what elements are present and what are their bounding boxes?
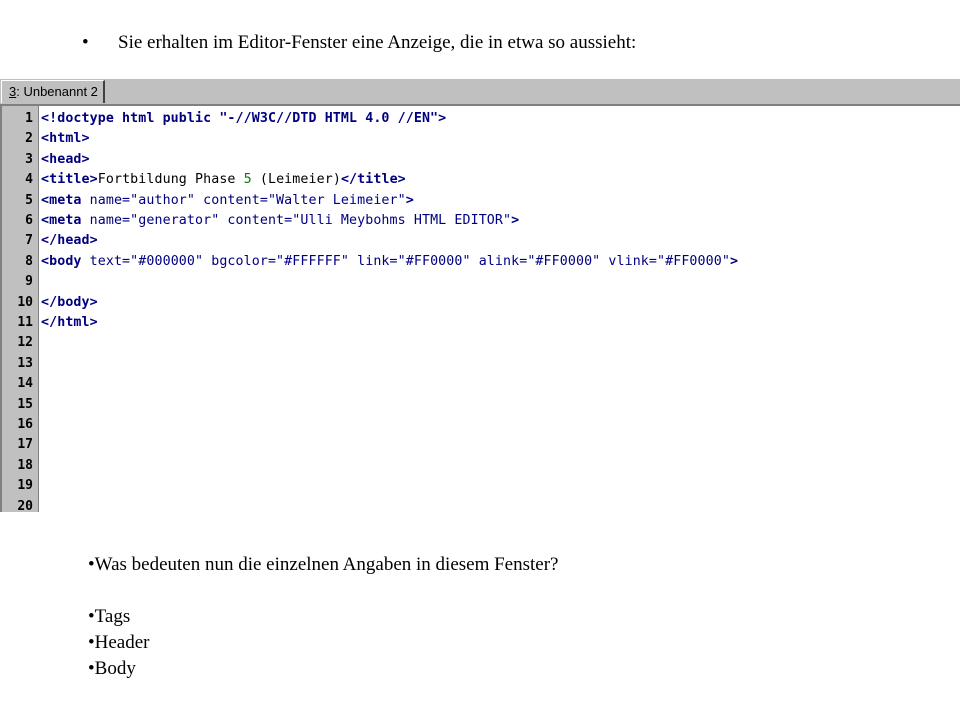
code-line: <body text="#000000" bgcolor="#FFFFFF" l…: [41, 252, 738, 272]
code-token: >: [729, 253, 739, 269]
code-token: </title>: [340, 172, 406, 188]
code-token: <!doctype html public "-//W3C//DTD HTML …: [41, 111, 447, 126]
tab-unbenannt-2[interactable]: 3: Unbenannt 2: [1, 80, 105, 103]
code-token: (Leimeier): [251, 172, 341, 188]
question-item: •Tags: [88, 606, 131, 627]
editor-window: 3: Unbenannt 2 1 2 3 4 5 6 7 8 9 10 11 12 13 14 15 16 17…: [0, 79, 960, 512]
code-line: <head>: [41, 150, 90, 170]
question-item: •Was bedeuten nun die einzelnen Angaben …: [88, 554, 559, 575]
tab-bar: 3: Unbenannt 2: [0, 79, 960, 104]
code-token: text="#000000" bgcolor="#FFFFFF" link="#…: [81, 253, 730, 269]
code-token: <meta: [41, 213, 82, 228]
code-token: </html>: [41, 315, 98, 330]
code-line: <title>Fortbildung Phase 5 (Leimeier)</t…: [41, 170, 406, 190]
code-line: <html>: [41, 129, 90, 149]
question-item: •Header: [88, 632, 150, 653]
code-token: </body>: [41, 294, 98, 310]
line-number: 8: [25, 253, 33, 269]
line-number: 2: [25, 131, 33, 147]
code-token: >: [511, 213, 520, 228]
line-number: 7: [25, 233, 33, 249]
code-line: <meta name="generator" content="Ulli Mey…: [41, 211, 519, 231]
tab-label: : Unbenannt 2: [16, 84, 98, 99]
code-line: <meta name="author" content="Walter Leim…: [41, 191, 414, 211]
editor-pane[interactable]: 1 2 3 4 5 6 7 8 9 10 11 12 13 14 15 16 17 18 19 20 <!doctyp…: [0, 104, 960, 512]
code-token: </head>: [41, 233, 98, 249]
code-token: 5: [243, 172, 252, 188]
code-token: Fortbildung Phase: [97, 172, 244, 188]
code-token: <html>: [41, 131, 90, 147]
intro-text: Sie erhalten im Editor-Fenster eine Anze…: [118, 32, 637, 53]
line-number: 16: [17, 417, 33, 432]
line-number: 6: [25, 213, 33, 228]
line-number: 5: [25, 192, 33, 208]
code-token: <title>: [41, 172, 98, 188]
intro-line: • Sie erhalten im Editor-Fenster eine Anz…: [82, 31, 636, 55]
line-number: 19: [17, 478, 33, 494]
line-number: 4: [25, 172, 33, 188]
line-number: 17: [17, 437, 33, 453]
line-number: 3: [25, 151, 33, 167]
code-token: <head>: [41, 151, 90, 167]
code-token: name="author" content="Walter Leimeier": [81, 192, 406, 208]
bullet: •: [82, 32, 89, 53]
question-item: •Body: [88, 658, 136, 679]
line-number: 13: [17, 355, 33, 371]
code-token: <body: [41, 253, 82, 269]
code-token: <meta: [41, 192, 82, 208]
code-line: </html>: [41, 313, 98, 333]
code-area[interactable]: <!doctype html public "-//W3C//DTD HTML …: [41, 106, 960, 512]
code-line: </body>: [41, 293, 98, 313]
line-number: 15: [17, 396, 33, 412]
code-line: <!doctype html public "-//W3C//DTD HTML …: [41, 109, 446, 129]
line-number: 18: [17, 457, 33, 473]
line-number: 11: [17, 315, 33, 330]
line-number: 9: [25, 274, 33, 290]
line-number: 14: [17, 376, 33, 392]
line-number: 10: [17, 294, 33, 310]
line-number: 20: [17, 498, 33, 512]
code-line: </head>: [41, 231, 98, 251]
code-token: >: [405, 192, 414, 208]
question-list: •Was bedeuten nun die einzelnen Angaben …: [88, 552, 558, 682]
line-number: 1: [25, 111, 33, 126]
line-number-gutter: 1 2 3 4 5 6 7 8 9 10 11 12 13 14 15 16 17 18 19 20: [2, 106, 39, 512]
code-token: name="generator" content="Ulli Meybohms …: [81, 213, 512, 228]
line-number: 12: [17, 335, 33, 351]
